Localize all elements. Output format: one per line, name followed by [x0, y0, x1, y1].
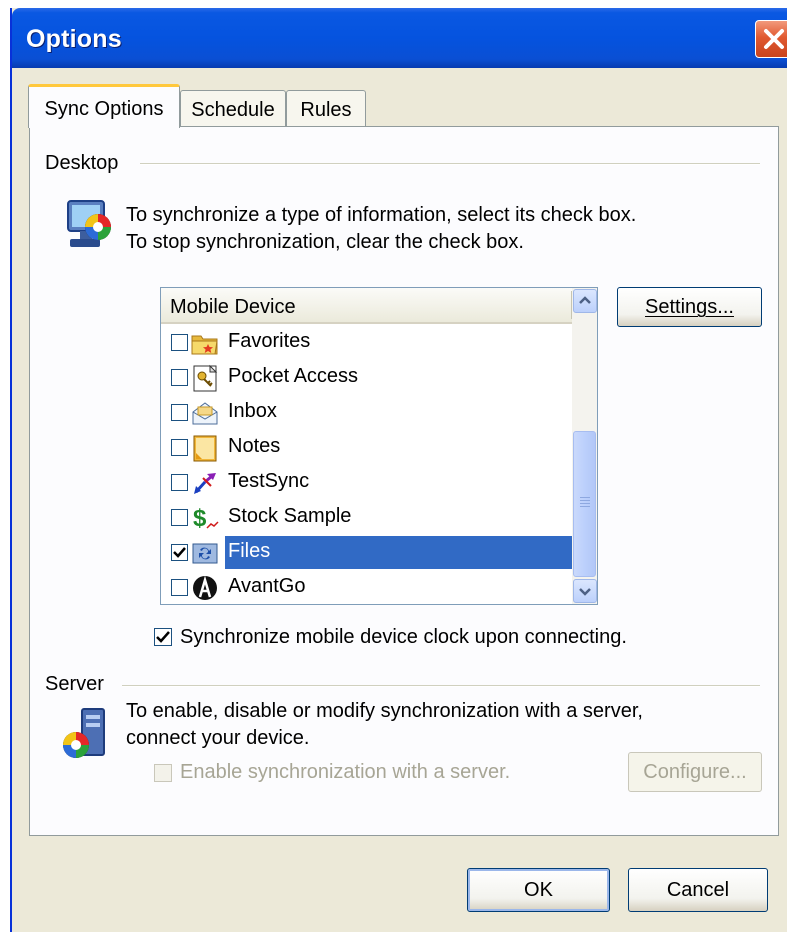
- list-item-label: Pocket Access: [228, 365, 359, 387]
- server-description-line1: To enable, disable or modify synchroniza…: [126, 700, 643, 722]
- close-icon: [764, 29, 784, 49]
- testsync-arrows-icon: [194, 473, 216, 494]
- window-title: Options: [26, 25, 122, 53]
- checkmark-icon: [156, 631, 170, 643]
- desktop-sync-icon: [67, 200, 111, 247]
- checkmark-icon: [173, 547, 186, 558]
- folder-favorites-icon: [191, 335, 218, 355]
- grip-line: [580, 506, 590, 507]
- desktop-description-line2: To stop synchronization, clear the check…: [126, 231, 524, 253]
- list-scrollbar[interactable]: [572, 288, 597, 604]
- list-header-label: Mobile Device: [170, 296, 296, 318]
- testsync-checkbox[interactable]: [171, 474, 188, 491]
- scroll-down-button[interactable]: [573, 579, 597, 603]
- tab-schedule-label: Schedule: [191, 99, 275, 121]
- inbox-icon: [192, 402, 218, 425]
- list-item-files[interactable]: Files: [161, 536, 577, 569]
- notes-checkbox[interactable]: [171, 439, 188, 456]
- configure-button[interactable]: Configure...: [628, 752, 762, 792]
- server-sync-icon: [63, 708, 105, 758]
- svg-text:$: $: [193, 505, 207, 532]
- list-item-label: AvantGo: [228, 575, 306, 597]
- list-item-label: Favorites: [228, 330, 311, 352]
- chevron-down-icon: [579, 588, 591, 596]
- desktop-description-line1: To synchronize a type of information, se…: [126, 204, 637, 226]
- dollar-icon: $: [193, 505, 219, 532]
- settings-button[interactable]: Settings...: [617, 287, 762, 327]
- list-item-inbox[interactable]: Inbox: [161, 396, 573, 429]
- avantgo-checkbox[interactable]: [171, 579, 188, 596]
- list-item-pocket-access[interactable]: Pocket Access: [161, 361, 573, 394]
- tab-rules[interactable]: Rules: [286, 90, 366, 126]
- list-item-testsync[interactable]: TestSync: [161, 466, 573, 499]
- list-item-label: Files: [225, 540, 274, 563]
- settings-button-label: Settings...: [645, 296, 734, 318]
- list-item-favorites[interactable]: Favorites: [161, 326, 573, 359]
- list-item-label: Notes: [228, 435, 281, 457]
- server-group-label: Server: [45, 673, 104, 695]
- grip-line: [580, 497, 590, 498]
- notes-icon: [193, 435, 217, 462]
- desktop-group-label: Desktop: [45, 152, 119, 174]
- files-sync-icon: [192, 543, 218, 564]
- close-button[interactable]: [755, 20, 787, 58]
- pocket-access-checkbox[interactable]: [171, 369, 188, 386]
- list-item-avantgo[interactable]: AvantGo: [161, 571, 573, 604]
- enable-server-sync-checkbox[interactable]: [154, 764, 172, 782]
- stock-sample-checkbox[interactable]: [171, 509, 188, 526]
- enable-server-sync-label[interactable]: Enable synchronization with a server.: [180, 761, 510, 784]
- list-header-mobile-device[interactable]: Mobile Device: [161, 288, 573, 324]
- ok-button[interactable]: OK: [467, 868, 610, 912]
- cancel-button[interactable]: Cancel: [628, 868, 768, 912]
- configure-button-label: Configure...: [643, 761, 747, 783]
- desktop-divider: [140, 163, 760, 165]
- server-description-line2: connect your device.: [126, 727, 310, 749]
- desktop-description: To synchronize a type of information, se…: [126, 202, 636, 256]
- inbox-checkbox[interactable]: [171, 404, 188, 421]
- favorites-checkbox[interactable]: [171, 334, 188, 351]
- files-checkbox[interactable]: [171, 544, 188, 561]
- avantgo-icon: [193, 575, 217, 600]
- options-dialog: Options Sync Options Schedule Rules Desk…: [10, 8, 787, 932]
- tab-sync-options[interactable]: Sync Options: [28, 84, 180, 128]
- chevron-up-icon: [579, 296, 591, 304]
- pocket-access-icon: [193, 364, 218, 392]
- sync-clock-checkbox[interactable]: [154, 628, 172, 646]
- scroll-thumb[interactable]: [573, 431, 596, 577]
- sync-items-list[interactable]: Mobile Device Favorites Pocket Access In…: [160, 287, 598, 605]
- scroll-up-button[interactable]: [573, 289, 597, 313]
- sync-clock-label[interactable]: Synchronize mobile device clock upon con…: [180, 626, 627, 649]
- list-item-label: Inbox: [228, 400, 277, 422]
- title-bar[interactable]: Options: [12, 8, 787, 68]
- server-divider: [122, 685, 760, 687]
- cancel-button-label: Cancel: [666, 879, 730, 901]
- list-item-label: Stock Sample: [228, 505, 352, 527]
- tab-sync-options-label: Sync Options: [44, 98, 164, 120]
- list-item-stock-sample[interactable]: $ Stock Sample: [161, 501, 573, 534]
- list-item-label: TestSync: [228, 470, 310, 492]
- sync-options-panel: Desktop To synchronize a type of informa…: [29, 126, 779, 836]
- grip-line: [580, 503, 590, 504]
- grip-line: [580, 500, 590, 501]
- server-description: To enable, disable or modify synchroniza…: [126, 698, 643, 752]
- ok-button-label: OK: [524, 879, 553, 901]
- tab-rules-label: Rules: [300, 99, 352, 121]
- list-item-notes[interactable]: Notes: [161, 431, 573, 464]
- tab-schedule[interactable]: Schedule: [180, 90, 286, 126]
- selection-highlight: [225, 536, 577, 569]
